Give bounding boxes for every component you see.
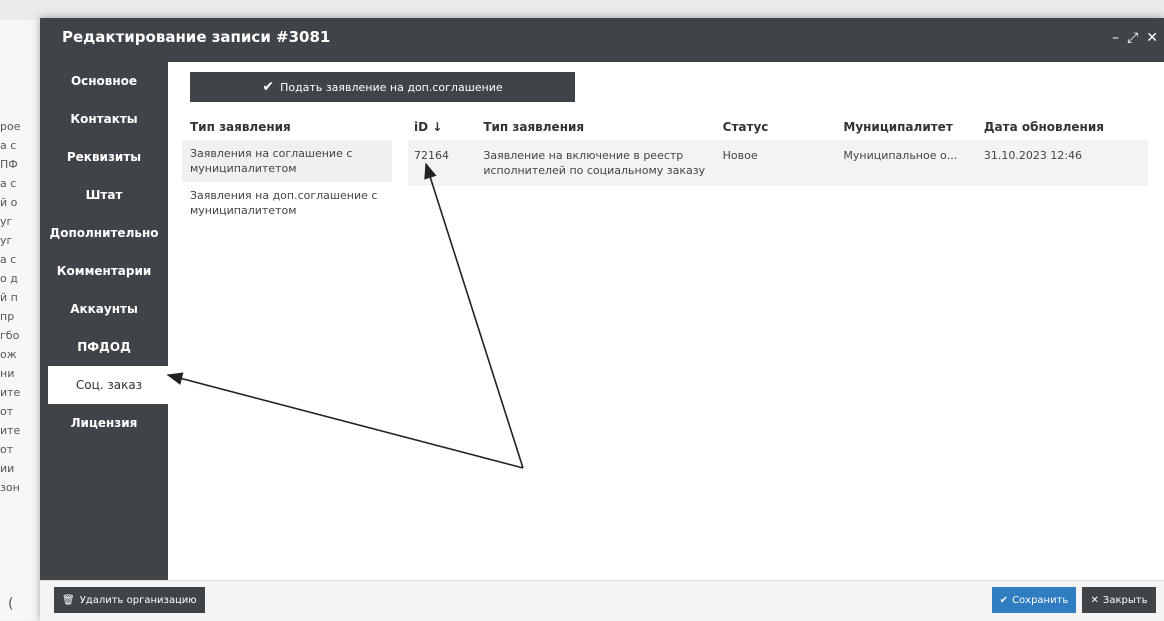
save-button[interactable]: ✔ Сохранить [992, 587, 1076, 613]
background-topbar [0, 0, 1164, 20]
submit-button-label: Подать заявление на доп.соглашение [280, 80, 503, 94]
content-panel: ✔ Подать заявление на доп.соглашение Тип… [168, 62, 1164, 580]
sidebar-item-additional[interactable]: Дополнительно [40, 214, 168, 252]
save-button-label: Сохранить [1012, 594, 1069, 606]
cell-id: 72164 [414, 149, 449, 162]
cell-status: Новое [722, 149, 758, 162]
sidebar-item-pfdod[interactable]: ПФДОД [40, 328, 168, 366]
delete-organization-button[interactable]: 🗑 Удалить организацию [54, 587, 205, 613]
minimize-icon[interactable]: – [1112, 30, 1119, 46]
column-header-updated[interactable]: Дата обновления [978, 116, 1148, 140]
type-list-item[interactable]: Заявления на соглашение с муниципалитето… [182, 140, 392, 182]
table-header: iD ↓ Тип заявления Статус Муниципалитет … [408, 116, 1148, 140]
edit-record-modal: Редактирование записи #3081 – ⤢ ✕ Основн… [40, 18, 1164, 621]
sidebar-item-license[interactable]: Лицензия [40, 404, 168, 442]
check-icon: ✔ [262, 79, 275, 95]
sidebar-item-social-order[interactable]: Соц. заказ [48, 366, 170, 404]
maximize-icon[interactable]: ⤢ [1127, 30, 1138, 46]
sidebar-item-accounts[interactable]: Аккаунты [40, 290, 168, 328]
cell-type: Заявление на включение в реестр исполнит… [483, 149, 706, 177]
window-controls: – ⤢ ✕ [1112, 30, 1158, 46]
close-button[interactable]: ✕ Закрыть [1082, 587, 1156, 613]
sidebar-item-comments[interactable]: Комментарии [40, 252, 168, 290]
sidebar-item-staff[interactable]: Штат [40, 176, 168, 214]
cell-updated: 31.10.2023 12:46 [983, 149, 1083, 162]
type-list-item[interactable]: Заявления на доп.соглашение с муниципали… [182, 182, 392, 224]
close-icon[interactable]: ✕ [1146, 30, 1158, 46]
close-button-label: Закрыть [1102, 594, 1148, 606]
column-header-type[interactable]: Тип заявления [477, 116, 716, 140]
type-list-header: Тип заявления [190, 120, 291, 134]
cell-municipality: Муниципальное о... [843, 149, 958, 162]
close-icon: ✕ [1090, 594, 1099, 606]
column-header-status[interactable]: Статус [717, 116, 838, 140]
modal-header: Редактирование записи #3081 – ⤢ ✕ [40, 18, 1164, 62]
delete-button-label: Удалить организацию [79, 594, 197, 606]
modal-footer: 🗑 Удалить организацию ✔ Сохранить ✕ Закр… [40, 580, 1164, 621]
sidebar-item-main[interactable]: Основное [40, 62, 168, 100]
applications-table: iD ↓ Тип заявления Статус Муниципалитет … [408, 116, 1148, 186]
stray-character: ( [8, 596, 14, 612]
check-icon: ✔ [999, 594, 1009, 606]
column-header-id[interactable]: iD ↓ [408, 116, 477, 140]
table-row[interactable]: 72164 Заявление на включение в реестр ис… [408, 140, 1148, 186]
column-header-municipality[interactable]: Муниципалитет [837, 116, 977, 140]
sidebar-item-requisites[interactable]: Реквизиты [40, 138, 168, 176]
sidebar-item-contacts[interactable]: Контакты [40, 100, 168, 138]
trash-icon: 🗑 [62, 594, 75, 606]
application-type-list: Тип заявления Заявления на соглашение с … [182, 116, 392, 224]
modal-title: Редактирование записи #3081 [62, 28, 331, 46]
submit-supplementary-agreement-button[interactable]: ✔ Подать заявление на доп.соглашение [190, 72, 575, 102]
sidebar: Основное Контакты Реквизиты Штат Дополни… [40, 62, 170, 580]
